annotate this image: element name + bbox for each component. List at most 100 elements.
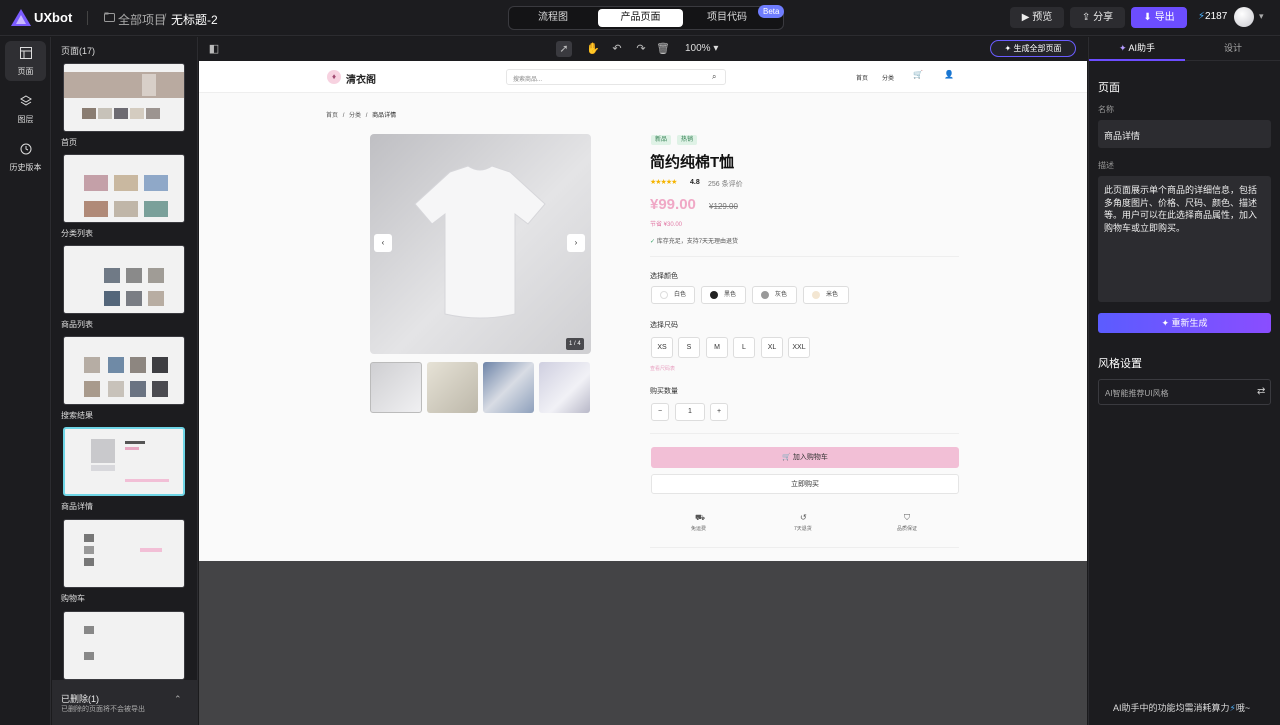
cart-icon[interactable]: 🛒 — [913, 70, 923, 79]
add-to-cart-label: 加入购物车 — [792, 454, 828, 461]
logo-text[interactable]: UXbot — [34, 10, 72, 25]
rail-label: 页面 — [17, 67, 34, 76]
size-option-xxl[interactable]: XXL — [788, 337, 810, 358]
generate-all-label: 生成全部页面 — [1013, 44, 1062, 53]
select-tool-icon[interactable]: ➚ — [556, 41, 572, 57]
trash-icon[interactable]: 🗑 — [655, 41, 671, 57]
design-canvas[interactable]: ♦ 清衣阁 搜索商品... ⌕ 首页 分类 🛒 👤 首页 / 分类 / 商品详情… — [199, 61, 1087, 725]
uxbot-logo-icon[interactable] — [11, 9, 31, 26]
search-placeholder: 搜索商品... — [513, 77, 543, 83]
quantity-increase-button[interactable]: + — [710, 403, 728, 421]
tab-design[interactable]: 设计 — [1185, 37, 1280, 61]
review-count[interactable]: 256 条评价 — [708, 179, 743, 189]
page-thumb-product-detail[interactable] — [63, 427, 185, 496]
page-label: 搜索结果 — [61, 411, 93, 420]
export-label: 导出 — [1154, 12, 1175, 23]
zoom-value: 100% — [685, 43, 711, 54]
service-free-shipping: 免运费 — [691, 526, 707, 532]
quantity-input[interactable]: 1 — [675, 403, 705, 421]
size-option-xl[interactable]: XL — [761, 337, 783, 358]
user-icon[interactable]: 👤 — [944, 70, 954, 79]
breadcrumb-all-projects[interactable]: 全部项目 — [118, 11, 166, 28]
page-thumb-partial[interactable] — [63, 611, 185, 680]
size-guide-link[interactable]: 查看尺码表 — [650, 365, 675, 372]
page-name-input[interactable]: 商品详情 — [1098, 120, 1271, 148]
quantity-decrease-button[interactable]: − — [651, 403, 669, 421]
page-thumb-category[interactable] — [63, 154, 185, 223]
page-preview[interactable]: ♦ 清衣阁 搜索商品... ⌕ 首页 分类 🛒 👤 首页 / 分类 / 商品详情… — [199, 61, 1087, 561]
service-quality: 品质保证 — [897, 526, 918, 532]
product-thumb-1[interactable] — [370, 362, 422, 413]
site-search-input[interactable]: 搜索商品... ⌕ — [506, 69, 726, 85]
site-nav-category[interactable]: 分类 — [882, 73, 894, 82]
chevron-down-icon: ▾ — [713, 43, 719, 54]
next-image-button[interactable]: › — [567, 234, 585, 252]
color-option-beige[interactable]: 米色 — [803, 286, 849, 304]
color-option-black[interactable]: 黑色 — [701, 286, 746, 304]
color-option-white[interactable]: 白色 — [651, 286, 695, 304]
crumb-sep: / — [365, 113, 368, 119]
tab-ai-assistant[interactable]: ✦ AI助手 — [1089, 37, 1185, 61]
share-button[interactable]: ⇪ 分享 — [1070, 7, 1125, 28]
product-thumb-2[interactable] — [427, 362, 478, 413]
share-label: 分享 — [1093, 12, 1114, 23]
add-to-cart-button[interactable]: 🛒 加入购物车 — [651, 447, 959, 468]
prev-image-button[interactable]: ‹ — [374, 234, 392, 252]
rail-item-history[interactable]: 历史版本 — [3, 137, 48, 177]
swap-icon[interactable]: ⇄ — [1257, 386, 1265, 397]
tab-flowchart[interactable]: 流程图 — [511, 9, 595, 27]
product-main-image[interactable]: ‹ › 1 / 4 — [370, 134, 591, 354]
regenerate-button[interactable]: ✦ 重新生成 — [1098, 313, 1271, 333]
credits-value: 2187 — [1205, 11, 1228, 22]
page-thumb-home[interactable] — [63, 63, 185, 132]
chevron-up-icon[interactable]: ⌃ — [174, 694, 182, 705]
crumb-home[interactable]: 首页 — [326, 113, 338, 119]
preview-button[interactable]: ▶ 预览 — [1010, 7, 1064, 28]
divider — [650, 256, 959, 257]
size-option-s[interactable]: S — [678, 337, 700, 358]
tshirt-image — [414, 165, 546, 319]
service-returns: 7天退货 — [794, 526, 812, 532]
site-brand[interactable]: 清衣阁 — [346, 71, 376, 86]
page-thumb-cart[interactable] — [63, 519, 185, 588]
redo-icon[interactable]: ↷ — [633, 41, 649, 57]
tab-product-pages[interactable]: 产品页面 — [598, 9, 683, 27]
zoom-level[interactable]: 100% ▾ — [685, 43, 718, 54]
ui-style-select[interactable]: AI智能推荐UI风格 ⇄ — [1098, 379, 1271, 405]
size-option-l[interactable]: L — [733, 337, 755, 358]
right-panel: ✦ AI助手 设计 页面 名称 商品详情 描述 此页面展示单个商品的详细信息，包… — [1088, 37, 1280, 725]
credits-counter[interactable]: ⚡2187 — [1198, 11, 1227, 22]
crumb-category[interactable]: 分类 — [349, 113, 361, 119]
project-title[interactable]: 无标题-2 — [171, 11, 218, 28]
site-nav-home[interactable]: 首页 — [856, 73, 868, 82]
sidebar-toggle-icon[interactable]: ◧ — [206, 41, 222, 57]
tag-hot: 热销 — [677, 135, 698, 145]
page-thumb-search-results[interactable] — [63, 336, 185, 405]
avatar[interactable] — [1234, 7, 1254, 27]
product-title: 简约纯棉T恤 — [650, 154, 735, 171]
color-name: 白色 — [674, 292, 687, 298]
rail-item-layers[interactable]: 图层 — [5, 89, 46, 129]
deleted-pages-section[interactable]: 已删除(1) 已删除的页面将不会被导出 ⌃ — [52, 680, 198, 725]
hand-tool-icon[interactable]: ✋ — [585, 41, 601, 57]
sparkle-icon: ✦ — [1161, 318, 1169, 328]
product-thumb-3[interactable] — [483, 362, 534, 413]
page-description-textarea[interactable]: 此页面展示单个商品的详细信息，包括多角度图片、价格、尺码、颜色、描述等。用户可以… — [1098, 176, 1271, 302]
search-icon[interactable]: ⌕ — [712, 72, 716, 82]
section-title: 页面 — [1098, 82, 1120, 94]
size-option-xs[interactable]: XS — [651, 337, 673, 358]
tab-project-code[interactable]: 项目代码 — [685, 9, 769, 27]
rail-item-pages[interactable]: 页面 — [5, 41, 46, 81]
undo-icon[interactable]: ↶ — [609, 41, 625, 57]
product-thumb-4[interactable] — [539, 362, 590, 413]
color-option-gray[interactable]: 灰色 — [752, 286, 797, 304]
sparkle-icon: ✦ — [1118, 43, 1127, 53]
export-button[interactable]: ⬇ 导出 — [1131, 7, 1187, 28]
color-name: 灰色 — [775, 292, 788, 298]
generate-all-pages-button[interactable]: ✦ 生成全部页面 — [990, 40, 1076, 57]
buy-now-button[interactable]: 立即购买 — [651, 474, 959, 494]
size-option-m[interactable]: M — [706, 337, 728, 358]
pages-icon — [19, 47, 32, 59]
page-thumb-product-list[interactable] — [63, 245, 185, 314]
chevron-down-icon[interactable]: ▾ — [1259, 11, 1264, 22]
